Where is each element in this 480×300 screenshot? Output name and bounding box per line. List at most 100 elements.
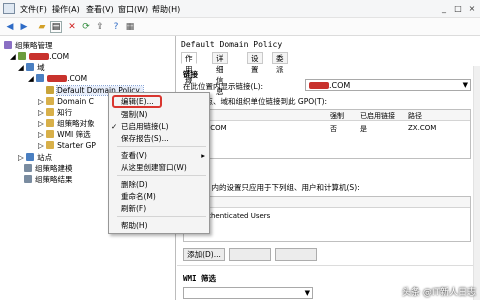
folder-icon[interactable]: ▰ bbox=[36, 21, 48, 33]
col-path[interactable]: 路径 bbox=[408, 111, 422, 121]
folder-icon bbox=[46, 130, 55, 138]
wmi-header: WMI 筛选 bbox=[183, 274, 217, 283]
chevron-down-icon: ▼ bbox=[462, 81, 468, 89]
menu-separator bbox=[117, 146, 206, 147]
tree-item-wmi-filters[interactable]: ▷ WMI 筛选 bbox=[38, 129, 91, 140]
chevron-down-icon: ▼ bbox=[304, 289, 310, 297]
row-location-text: .COM bbox=[208, 124, 227, 132]
tree-domain[interactable]: ◢ .COM bbox=[28, 73, 87, 84]
tree-domains-label: 域 bbox=[37, 63, 45, 72]
results-icon bbox=[24, 175, 32, 183]
minimize-button[interactable]: _ bbox=[438, 3, 450, 14]
context-delete[interactable]: 删除(D) bbox=[109, 179, 209, 190]
refresh-icon[interactable]: ⟳ bbox=[80, 21, 92, 33]
tree-domains[interactable]: ◢ 域 bbox=[18, 62, 45, 73]
show-tree-icon[interactable]: ▤ bbox=[50, 21, 62, 33]
vertical-scrollbar[interactable] bbox=[473, 66, 480, 300]
modeling-icon bbox=[24, 164, 32, 172]
remove-button[interactable] bbox=[229, 248, 271, 261]
help-icon[interactable]: ? bbox=[110, 21, 122, 33]
forward-icon[interactable]: ▶ bbox=[18, 21, 30, 33]
tree-results-label: 组策略结果 bbox=[35, 175, 73, 184]
links-header: 链接 bbox=[183, 70, 198, 79]
toolbar: ◀ ▶ ▰ ▤ ✕ ⟳ ⇪ ? ▦ bbox=[0, 18, 480, 36]
menu-window[interactable]: 窗口(W) bbox=[118, 4, 148, 15]
expand-icon: ▷ bbox=[38, 119, 47, 128]
tree-item-starter-gpos[interactable]: ▷ Starter GP bbox=[38, 140, 96, 151]
menu-separator bbox=[117, 216, 206, 217]
ou-icon bbox=[46, 108, 55, 116]
properties-icon[interactable]: ▦ bbox=[124, 21, 136, 33]
redacted-text bbox=[47, 75, 68, 82]
context-link-enabled-label: 已启用链接(L) bbox=[121, 122, 169, 131]
context-enforce[interactable]: 强制(N) bbox=[109, 109, 209, 120]
menu-file[interactable]: 文件(F) bbox=[20, 4, 47, 15]
tree-modeling-label: 组策略建模 bbox=[35, 164, 73, 173]
edit-highlight-box bbox=[112, 95, 162, 108]
back-icon[interactable]: ◀ bbox=[4, 21, 16, 33]
tree-item-gpo-objects[interactable]: ▷ 组策略对象 bbox=[38, 118, 95, 129]
tab-scope[interactable]: 作用域 bbox=[181, 52, 197, 85]
folder-icon bbox=[46, 119, 55, 127]
tree-item-domain-controllers[interactable]: ▷ Domain C bbox=[38, 96, 94, 107]
collapse-icon[interactable]: ◢ bbox=[28, 74, 36, 83]
wmi-select[interactable]: ▼ bbox=[183, 287, 313, 299]
context-link-enabled[interactable]: ✓ 已启用链接(L) bbox=[109, 121, 209, 132]
properties-button[interactable] bbox=[275, 248, 317, 261]
tree-root-label: 组策略管理 bbox=[15, 41, 53, 50]
watermark: 头条 @IT新人日志 bbox=[401, 288, 476, 298]
tree-root[interactable]: 组策略管理 bbox=[4, 40, 53, 51]
delete-icon[interactable]: ✕ bbox=[66, 21, 78, 33]
close-button[interactable]: × bbox=[466, 3, 478, 14]
location-label: 在此位置内显示链接(L): bbox=[183, 82, 264, 91]
ou-icon bbox=[46, 97, 55, 105]
tree-item-label: WMI 筛选 bbox=[57, 130, 91, 139]
sites-icon bbox=[26, 153, 35, 161]
col-enforced[interactable]: 强制 bbox=[330, 111, 344, 121]
menu-action[interactable]: 操作(A) bbox=[52, 4, 80, 15]
expand-icon: ▷ bbox=[38, 141, 47, 150]
tree-forest[interactable]: ◢ .COM bbox=[10, 51, 69, 62]
tab-delegation[interactable]: 委派 bbox=[272, 52, 288, 74]
context-help[interactable]: 帮助(H) bbox=[109, 220, 209, 231]
export-icon[interactable]: ⇪ bbox=[94, 21, 106, 33]
context-rename[interactable]: 重命名(M) bbox=[109, 191, 209, 202]
context-menu: 编辑(E)... 强制(N) ✓ 已启用链接(L) 保存报告(S)... 查看(V… bbox=[108, 92, 210, 234]
checkmark-icon: ✓ bbox=[111, 122, 118, 131]
restore-button[interactable]: □ bbox=[452, 3, 464, 14]
submenu-arrow-icon: ▸ bbox=[201, 151, 205, 160]
domain-icon bbox=[36, 74, 45, 82]
col-enabled[interactable]: 已启用链接 bbox=[360, 111, 395, 121]
menu-view[interactable]: 查看(V) bbox=[86, 4, 114, 15]
context-save-report[interactable]: 保存报告(S)... bbox=[109, 133, 209, 144]
policy-title: Default Domain Policy bbox=[181, 40, 283, 49]
security-filter-table: Authenticated Users bbox=[183, 196, 471, 242]
location-select[interactable]: .COM ▼ bbox=[305, 79, 471, 91]
menu-separator bbox=[117, 175, 206, 176]
collapse-icon[interactable]: ◢ bbox=[10, 52, 18, 61]
tree-item-zhixing[interactable]: ▷ 知行 bbox=[38, 107, 72, 118]
tree-item-label: 组策略对象 bbox=[57, 119, 95, 128]
menu-help[interactable]: 帮助(H) bbox=[152, 4, 180, 15]
expand-icon: ▷ bbox=[18, 153, 27, 162]
context-refresh[interactable]: 刷新(F) bbox=[109, 203, 209, 214]
links-table: 位置 强制 已启用链接 路径 .COM 否 是 ZX.COM bbox=[183, 109, 471, 159]
expand-icon: ▷ bbox=[38, 130, 47, 139]
tab-settings[interactable]: 设置 bbox=[247, 52, 263, 74]
expand-icon: ▷ bbox=[38, 108, 47, 117]
context-new-window[interactable]: 从这里创建窗口(W) bbox=[109, 162, 209, 173]
context-view[interactable]: 查看(V) ▸ bbox=[109, 150, 209, 161]
row-enabled: 是 bbox=[360, 125, 367, 133]
tree-results[interactable]: 组策略结果 bbox=[24, 174, 73, 185]
tree-modeling[interactable]: 组策略建模 bbox=[24, 163, 73, 174]
redacted-text bbox=[29, 53, 50, 60]
collapse-icon[interactable]: ◢ bbox=[18, 63, 26, 72]
tree-forest-label: .COM bbox=[49, 52, 70, 61]
tree-sites-label: 站点 bbox=[37, 153, 53, 162]
tab-details[interactable]: 详细信息 bbox=[212, 52, 228, 96]
links-table-header: 位置 强制 已启用链接 路径 bbox=[184, 110, 470, 121]
tree-sites[interactable]: ▷ 站点 bbox=[18, 152, 52, 163]
tree-item-label: 知行 bbox=[57, 108, 73, 117]
location-value: .COM bbox=[329, 81, 351, 90]
add-button[interactable]: 添加(D)... bbox=[183, 248, 225, 261]
